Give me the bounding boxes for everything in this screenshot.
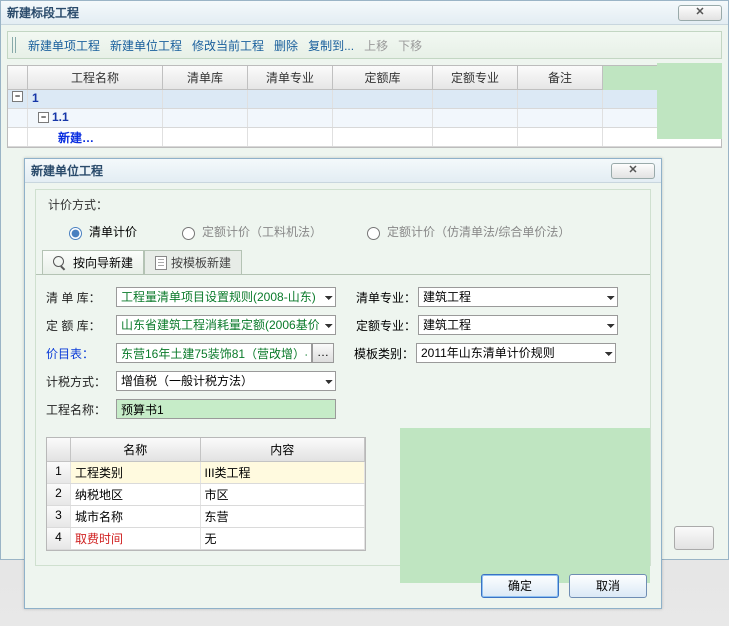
table-row[interactable]: 2 纳税地区 市区	[47, 484, 365, 506]
col-quotamajor[interactable]: 定额专业	[433, 66, 518, 90]
select-list-lib[interactable]: 工程量清单项目设置规则(2008-山东)	[116, 287, 336, 307]
tb-modify[interactable]: 修改当前工程	[188, 35, 268, 56]
select-template-type[interactable]: 2011年山东清单计价规则	[416, 343, 616, 363]
lbl-template-type: 模板类别：	[354, 345, 416, 362]
browse-button[interactable]: …	[312, 343, 334, 363]
cancel-button[interactable]: 取消	[569, 574, 647, 598]
pricing-label: 计价方式：	[36, 190, 650, 219]
radio-list-pricing[interactable]: 清单计价	[64, 223, 137, 240]
outer-titlebar: 新建标段工程 ✕	[1, 1, 728, 25]
dialog-buttons: 确定 取消	[481, 574, 647, 598]
lbl-list-lib: 清 单 库：	[46, 289, 116, 306]
new-link[interactable]: 新建…	[28, 128, 163, 146]
col-quotalib[interactable]: 定额库	[333, 66, 433, 90]
tabs: 按向导新建 按模板新建	[42, 250, 650, 274]
table-row[interactable]: 1 工程类别 III类工程	[47, 462, 365, 484]
tb-move-up[interactable]: 上移	[360, 35, 392, 56]
toolbar: 新建单项工程 新建单位工程 修改当前工程 删除 复制到... 上移 下移	[7, 31, 722, 59]
cell-name[interactable]: 1	[28, 90, 163, 108]
project-grid[interactable]: 工程名称 清单库 清单专业 定额库 定额专业 备注 − 1 −1.1 新建…	[7, 65, 722, 148]
tab-template[interactable]: 按模板新建	[144, 250, 242, 274]
input-price-list[interactable]	[116, 343, 312, 363]
collapse-icon[interactable]: −	[12, 91, 23, 102]
grid-filler	[657, 63, 722, 139]
hidden-button[interactable]	[674, 526, 714, 550]
grid-body: − 1 −1.1 新建…	[8, 90, 721, 147]
table-row[interactable]: 4 取费时间 无	[47, 528, 365, 550]
col-attr-name[interactable]: 名称	[71, 438, 201, 462]
close-icon[interactable]: ✕	[678, 5, 722, 21]
tb-new-unit[interactable]: 新建单位工程	[106, 35, 186, 56]
lbl-price-list: 价目表：	[46, 345, 116, 362]
outer-title: 新建标段工程	[7, 4, 79, 21]
lbl-quota-major: 定额专业：	[356, 317, 418, 334]
dialog-title: 新建单位工程	[31, 162, 103, 179]
ok-button[interactable]: 确定	[481, 574, 559, 598]
col-listlib[interactable]: 清单库	[163, 66, 248, 90]
lbl-quota-lib: 定 额 库：	[46, 317, 116, 334]
radio-quota-composite[interactable]: 定额计价（仿清单法/综合单价法）	[362, 223, 570, 240]
pricing-radios: 清单计价 定额计价（工料机法） 定额计价（仿清单法/综合单价法）	[36, 219, 650, 250]
search-icon	[53, 256, 69, 270]
col-remark[interactable]: 备注	[518, 66, 603, 90]
green-panel	[400, 428, 650, 583]
radio-quota-labor[interactable]: 定额计价（工料机法）	[177, 223, 322, 240]
close-icon[interactable]: ✕	[611, 163, 655, 179]
select-quota-lib[interactable]: 山东省建筑工程消耗量定额(2006基价)	[116, 315, 336, 335]
col-name[interactable]: 工程名称	[28, 66, 163, 90]
tb-copy-to[interactable]: 复制到...	[304, 35, 358, 56]
lbl-proj-name: 工程名称：	[46, 401, 116, 418]
table-row[interactable]: − 1	[8, 90, 721, 109]
dialog-new-unit: 新建单位工程 ✕ 计价方式： 清单计价 定额计价（工料机法） 定额计价（仿清单法…	[24, 158, 662, 609]
table-row[interactable]: 新建…	[8, 128, 721, 147]
collapse-icon[interactable]: −	[38, 112, 49, 123]
table-row[interactable]: 3 城市名称 东营	[47, 506, 365, 528]
select-tax-method[interactable]: 增值税（一般计税方法）	[116, 371, 336, 391]
lbl-list-major: 清单专业：	[356, 289, 418, 306]
tb-delete[interactable]: 删除	[270, 35, 302, 56]
col-listmajor[interactable]: 清单专业	[248, 66, 333, 90]
toolbar-grip	[12, 37, 18, 53]
dialog-titlebar: 新建单位工程 ✕	[25, 159, 661, 183]
select-list-major[interactable]: 建筑工程	[418, 287, 618, 307]
tb-move-down[interactable]: 下移	[394, 35, 426, 56]
grid-header: 工程名称 清单库 清单专业 定额库 定额专业 备注	[8, 66, 721, 90]
attrs-grid[interactable]: 名称 内容 1 工程类别 III类工程 2 纳税地区 市区 3 城市名称 东营 …	[46, 437, 366, 551]
form: 清 单 库： 工程量清单项目设置规则(2008-山东) 清单专业： 建筑工程 定…	[36, 283, 650, 431]
tb-new-single[interactable]: 新建单项工程	[24, 35, 104, 56]
table-row[interactable]: −1.1	[8, 109, 721, 128]
lbl-tax-method: 计税方式：	[46, 373, 116, 390]
input-proj-name[interactable]	[116, 399, 336, 419]
document-icon	[155, 256, 167, 270]
col-attr-content[interactable]: 内容	[201, 438, 365, 462]
select-quota-major[interactable]: 建筑工程	[418, 315, 618, 335]
dialog-body: 计价方式： 清单计价 定额计价（工料机法） 定额计价（仿清单法/综合单价法） 按…	[35, 189, 651, 566]
tab-wizard[interactable]: 按向导新建	[42, 250, 144, 274]
